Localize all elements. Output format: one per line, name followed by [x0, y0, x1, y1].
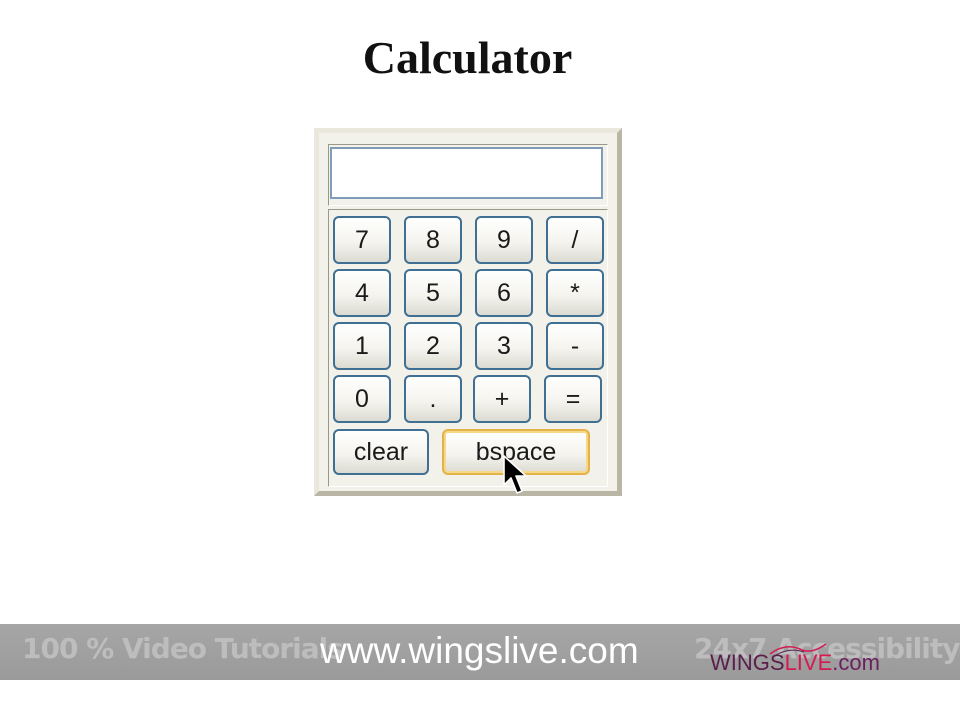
- arrow-cursor-icon: [503, 455, 527, 494]
- key-9[interactable]: 9: [475, 216, 533, 264]
- page-title: Calculator: [362, 32, 573, 83]
- logo-com-text: .com: [832, 650, 880, 675]
- logo-live-text: LIVE: [784, 650, 833, 675]
- key-subtract[interactable]: -: [546, 322, 604, 370]
- clear-button[interactable]: clear: [333, 429, 429, 475]
- key-multiply[interactable]: *: [546, 269, 604, 317]
- calculator-display-input[interactable]: [330, 147, 603, 199]
- logo-wings-text: WINGS: [710, 650, 785, 675]
- key-1[interactable]: 1: [333, 322, 391, 370]
- key-decimal[interactable]: .: [404, 375, 462, 423]
- key-6[interactable]: 6: [475, 269, 533, 317]
- key-4[interactable]: 4: [333, 269, 391, 317]
- key-7[interactable]: 7: [333, 216, 391, 264]
- key-equals[interactable]: =: [544, 375, 602, 423]
- logo-text: WINGSLIVE.com: [710, 650, 880, 676]
- key-add[interactable]: +: [473, 375, 531, 423]
- key-8[interactable]: 8: [404, 216, 462, 264]
- wingslive-logo: WINGSLIVE.com: [708, 642, 918, 678]
- key-5[interactable]: 5: [404, 269, 462, 317]
- footer-tagline-left: 100 % Video Tutorials: [22, 632, 344, 665]
- footer-website-link[interactable]: www.wingslive.com: [320, 630, 639, 672]
- key-divide[interactable]: /: [546, 216, 604, 264]
- key-2[interactable]: 2: [404, 322, 462, 370]
- key-3[interactable]: 3: [475, 322, 533, 370]
- calculator-frame: 7 8 9 / 4 5 6 * 1 2 3 - 0 . + = clear bs…: [314, 128, 622, 496]
- footer-banner: 100 % Video Tutorials www.wingslive.com …: [0, 624, 960, 680]
- key-0[interactable]: 0: [333, 375, 391, 423]
